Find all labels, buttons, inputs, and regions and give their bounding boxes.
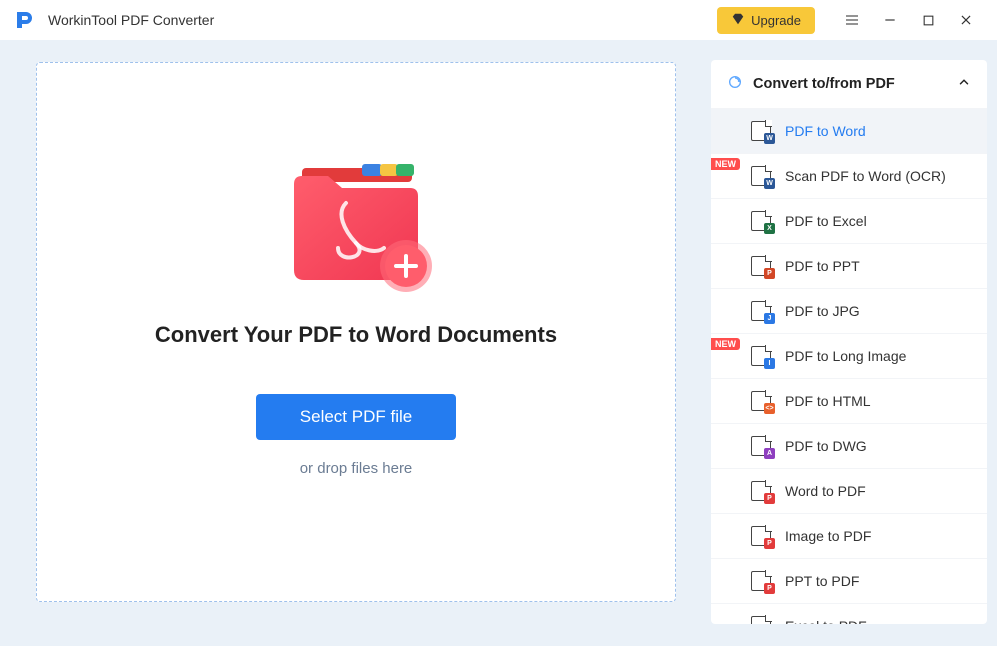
filetype-icon: P bbox=[751, 571, 771, 591]
close-button[interactable] bbox=[947, 0, 985, 40]
sidebar-item[interactable]: W PDF to Word bbox=[711, 108, 987, 153]
sidebar-item[interactable]: P Word to PDF bbox=[711, 468, 987, 513]
sidebar-item[interactable]: P Excel to PDF bbox=[711, 603, 987, 624]
filetype-icon: P bbox=[751, 481, 771, 501]
sidebar-item[interactable]: J PDF to JPG bbox=[711, 288, 987, 333]
sidebar-panel: Convert to/from PDF W PDF to Word NEW W Scan… bbox=[711, 60, 987, 624]
titlebar: WorkinTool PDF Converter Upgrade bbox=[0, 0, 997, 40]
sidebar-item-label: Excel to PDF bbox=[785, 618, 867, 624]
filetype-icon: P bbox=[751, 256, 771, 276]
sidebar-item[interactable]: <> PDF to HTML bbox=[711, 378, 987, 423]
app-title: WorkinTool PDF Converter bbox=[48, 12, 717, 28]
sidebar-item[interactable]: P Image to PDF bbox=[711, 513, 987, 558]
select-file-button[interactable]: Select PDF file bbox=[256, 394, 456, 440]
sidebar-item-label: PDF to PPT bbox=[785, 258, 860, 274]
filetype-icon: P bbox=[751, 526, 771, 546]
refresh-icon bbox=[727, 74, 743, 94]
filetype-icon: W bbox=[751, 166, 771, 186]
sidebar-item-label: PPT to PDF bbox=[785, 573, 859, 589]
sidebar: Convert to/from PDF W PDF to Word NEW W Scan… bbox=[711, 40, 997, 646]
maximize-button[interactable] bbox=[909, 0, 947, 40]
filetype-icon: P bbox=[751, 616, 771, 624]
sidebar-item[interactable]: NEW W Scan PDF to Word (OCR) bbox=[711, 153, 987, 198]
sidebar-item[interactable]: P PPT to PDF bbox=[711, 558, 987, 603]
sidebar-item-label: PDF to DWG bbox=[785, 438, 867, 454]
filetype-icon: J bbox=[751, 301, 771, 321]
sidebar-item-label: PDF to Word bbox=[785, 123, 866, 139]
sidebar-item-label: Image to PDF bbox=[785, 528, 871, 544]
upgrade-label: Upgrade bbox=[751, 13, 801, 28]
sidebar-item[interactable]: NEW I PDF to Long Image bbox=[711, 333, 987, 378]
new-badge: NEW bbox=[711, 338, 740, 350]
sidebar-item[interactable]: A PDF to DWG bbox=[711, 423, 987, 468]
sidebar-item[interactable]: X PDF to Excel bbox=[711, 198, 987, 243]
sidebar-item-label: Word to PDF bbox=[785, 483, 866, 499]
sidebar-section-header[interactable]: Convert to/from PDF bbox=[711, 60, 987, 108]
sidebar-item-label: PDF to Long Image bbox=[785, 348, 906, 364]
upgrade-button[interactable]: Upgrade bbox=[717, 7, 815, 34]
minimize-button[interactable] bbox=[871, 0, 909, 40]
menu-button[interactable] bbox=[833, 0, 871, 40]
body: Convert Your PDF to Word Documents Selec… bbox=[0, 40, 997, 646]
diamond-icon bbox=[731, 12, 745, 29]
sidebar-item-label: PDF to JPG bbox=[785, 303, 860, 319]
new-badge: NEW bbox=[711, 158, 740, 170]
headline: Convert Your PDF to Word Documents bbox=[155, 322, 557, 348]
drop-hint: or drop files here bbox=[300, 460, 413, 477]
filetype-icon: <> bbox=[751, 391, 771, 411]
filetype-icon: I bbox=[751, 346, 771, 366]
sidebar-menu: WPDF to WordNEWWScan PDF to Word (OCR)XP… bbox=[711, 108, 987, 624]
sidebar-section-title: Convert to/from PDF bbox=[753, 76, 947, 92]
filetype-icon: X bbox=[751, 211, 771, 231]
sidebar-item[interactable]: P PDF to PPT bbox=[711, 243, 987, 288]
app-logo-icon bbox=[12, 7, 38, 33]
filetype-icon: A bbox=[751, 436, 771, 456]
chevron-up-icon bbox=[957, 75, 971, 93]
main-pane: Convert Your PDF to Word Documents Selec… bbox=[0, 40, 711, 646]
sidebar-item-label: Scan PDF to Word (OCR) bbox=[785, 168, 946, 184]
folder-pdf-icon bbox=[266, 148, 446, 298]
filetype-icon: W bbox=[751, 121, 771, 141]
dropzone[interactable]: Convert Your PDF to Word Documents Selec… bbox=[36, 62, 676, 602]
sidebar-item-label: PDF to HTML bbox=[785, 393, 871, 409]
sidebar-item-label: PDF to Excel bbox=[785, 213, 867, 229]
